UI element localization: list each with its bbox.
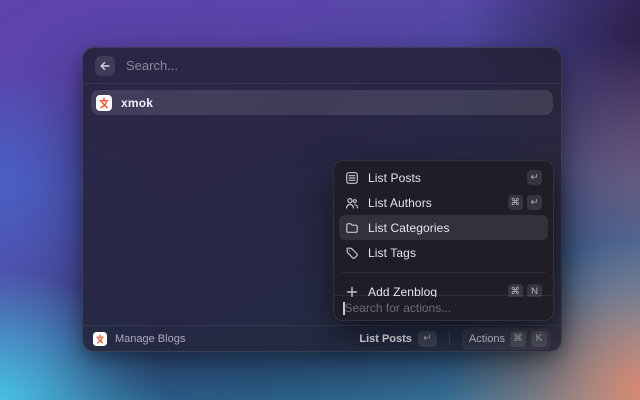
result-label: xmok [121, 96, 153, 110]
zenblog-icon [96, 95, 112, 111]
actions-search-bar [334, 295, 553, 320]
action-item-list-posts[interactable]: List Posts ↵ [339, 165, 548, 190]
tag-icon [345, 246, 359, 260]
actions-button-label: Actions [469, 333, 505, 345]
actions-search-input[interactable] [345, 301, 545, 315]
cmd-key-badge: ⌘ [510, 331, 526, 347]
section-divider [341, 272, 546, 273]
footer-primary-label: List Posts [359, 333, 412, 345]
footer-divider [449, 332, 450, 345]
footer-bar: Manage Blogs List Posts ↵ Actions ⌘ K [83, 325, 561, 351]
list-posts-icon [345, 171, 359, 185]
authors-icon [345, 196, 359, 210]
k-key-badge: K [531, 331, 547, 347]
action-item-label: List Tags [368, 246, 542, 260]
actions-button[interactable]: Actions ⌘ K [462, 328, 551, 350]
action-item-list-authors[interactable]: List Authors ⌘ ↵ [339, 190, 548, 215]
cmd-key-badge: ⌘ [508, 195, 524, 210]
back-button[interactable] [95, 56, 115, 76]
result-row-xmok[interactable]: xmok [91, 90, 553, 115]
folder-icon [345, 221, 359, 235]
action-item-label: List Posts [368, 171, 518, 185]
return-key-badge: ↵ [527, 170, 542, 185]
action-item-list-categories[interactable]: List Categories [339, 215, 548, 240]
back-arrow-icon [99, 60, 111, 72]
action-item-label: List Authors [368, 196, 499, 210]
action-item-label: List Categories [368, 221, 542, 235]
return-key-badge: ↵ [527, 195, 542, 210]
footer-primary-action[interactable]: List Posts ↵ [359, 331, 437, 347]
actions-panel-list: List Posts ↵ List Authors ⌘ ↵ [334, 161, 553, 297]
footer-app-label: Manage Blogs [115, 333, 185, 345]
action-item-list-tags[interactable]: List Tags [339, 240, 548, 265]
zenblog-icon-footer [93, 332, 107, 346]
search-input[interactable] [126, 58, 549, 73]
header-divider [83, 83, 561, 84]
search-header [83, 48, 561, 83]
actions-panel: List Posts ↵ List Authors ⌘ ↵ [333, 160, 554, 321]
return-key-badge: ↵ [418, 331, 437, 347]
